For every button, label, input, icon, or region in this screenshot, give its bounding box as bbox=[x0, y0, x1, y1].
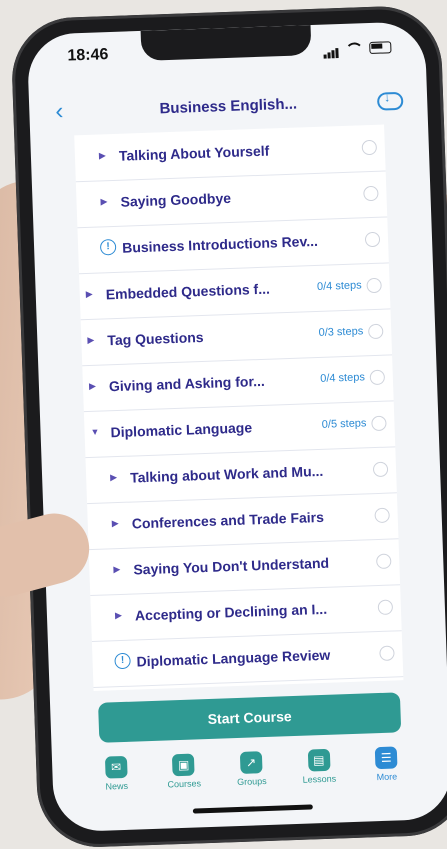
caret-right-icon[interactable]: ▶ bbox=[110, 472, 117, 483]
lesson-list: ▶ Talking About Yourself ▶ Saying Goodbye! B… bbox=[74, 124, 404, 691]
download-cloud-icon[interactable] bbox=[376, 91, 404, 111]
completion-radio[interactable] bbox=[366, 277, 382, 294]
completion-radio[interactable] bbox=[367, 323, 384, 340]
completion-radio[interactable] bbox=[361, 139, 378, 156]
lesson-row[interactable]: ! Diplomatic Language Review bbox=[91, 630, 404, 689]
lesson-label: Diplomatic Language bbox=[110, 419, 253, 441]
phone-screen: 18:46 ‹ Business English... ▶Talking Abo… bbox=[26, 21, 447, 833]
lesson-label: Giving and Asking for... bbox=[108, 372, 266, 395]
status-icons bbox=[323, 38, 392, 59]
caret-right-icon[interactable]: ▶ bbox=[115, 610, 122, 621]
caret-right-icon[interactable]: ▶ bbox=[86, 289, 93, 300]
lesson-label: Tag Questions bbox=[107, 328, 204, 349]
tab-label: Groups bbox=[236, 776, 267, 788]
tab-label: Lessons bbox=[302, 773, 337, 785]
quiz-icon: ! bbox=[99, 238, 117, 256]
wifi-icon bbox=[345, 42, 364, 55]
steps-count: 0/5 steps bbox=[321, 417, 367, 431]
lesson-label: Accepting or Declining an I... bbox=[134, 600, 328, 624]
groups-icon: ↗ bbox=[239, 751, 263, 774]
completion-radio[interactable] bbox=[363, 185, 379, 202]
tab-courses[interactable]: ▣ Courses bbox=[158, 753, 210, 813]
tab-label: More bbox=[376, 771, 398, 783]
courses-icon: ▣ bbox=[172, 753, 196, 777]
caret-down-icon[interactable]: ▼ bbox=[90, 427, 99, 437]
lesson-label: Talking About Yourself bbox=[118, 142, 270, 164]
completion-radio[interactable] bbox=[379, 645, 395, 661]
caret-right-icon[interactable]: ▶ bbox=[89, 381, 96, 392]
caret-right-icon[interactable]: ▶ bbox=[100, 196, 107, 207]
steps-count: 0/4 steps bbox=[320, 371, 366, 385]
caret-right-icon[interactable]: ▶ bbox=[112, 518, 119, 529]
completion-radio[interactable] bbox=[364, 231, 381, 248]
completion-radio[interactable] bbox=[374, 507, 390, 524]
quiz-icon: ! bbox=[114, 652, 131, 670]
lesson-label: Diplomatic Language Review bbox=[136, 646, 331, 670]
tab-lessons[interactable]: ▤ Lessons bbox=[293, 748, 345, 808]
caret-right-icon[interactable]: ▶ bbox=[99, 150, 106, 161]
lesson-label: Embedded Questions f... bbox=[105, 280, 271, 303]
steps-count: 0/4 steps bbox=[316, 279, 362, 293]
completion-radio[interactable] bbox=[376, 553, 392, 570]
phone: 18:46 ‹ Business English... ▶Talking Abo… bbox=[10, 4, 447, 849]
lesson-label: Saying Goodbye bbox=[120, 189, 232, 210]
tab-groups[interactable]: ↗ Groups bbox=[226, 751, 278, 811]
more-icon: ☰ bbox=[374, 746, 398, 770]
tab-more[interactable]: ☰ More bbox=[361, 746, 413, 806]
tab-news[interactable]: ✉ News bbox=[91, 755, 143, 815]
completion-radio[interactable] bbox=[371, 415, 387, 432]
signal-icon bbox=[323, 40, 340, 59]
caret-right-icon[interactable]: ▶ bbox=[87, 335, 94, 346]
lesson-label: Conferences and Trade Fairs bbox=[131, 508, 325, 532]
news-icon: ✉ bbox=[104, 755, 128, 779]
steps-count: 0/3 steps bbox=[318, 325, 364, 339]
caret-right-icon[interactable]: ▶ bbox=[113, 564, 120, 575]
lesson-label: Talking about Work and Mu... bbox=[129, 462, 324, 486]
tab-label: Courses bbox=[167, 778, 202, 790]
lesson-label: Saying You Don't Understand bbox=[133, 554, 330, 578]
start-course-button[interactable]: Start Course bbox=[98, 692, 402, 743]
completion-radio[interactable] bbox=[377, 599, 394, 616]
lesson-label: Business Introductions Rev... bbox=[121, 232, 319, 256]
notch bbox=[140, 25, 312, 61]
page-title: Business English... bbox=[159, 95, 298, 118]
battery-icon bbox=[369, 41, 392, 54]
completion-radio[interactable] bbox=[372, 461, 389, 478]
tab-label: News bbox=[105, 780, 129, 792]
status-time: 18:46 bbox=[67, 46, 109, 65]
completion-radio[interactable] bbox=[369, 369, 386, 386]
lessons-icon: ▤ bbox=[307, 748, 331, 772]
